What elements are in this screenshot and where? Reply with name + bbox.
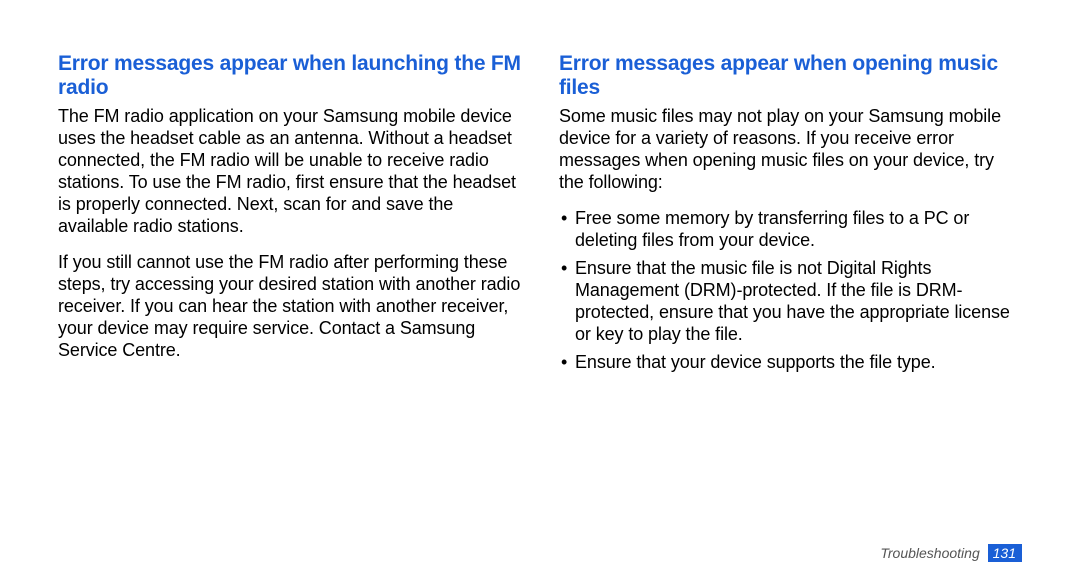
page-number: 131	[988, 544, 1022, 562]
bullet-list: Free some memory by transferring files t…	[559, 208, 1022, 374]
heading-music-files: Error messages appear when opening music…	[559, 52, 1022, 100]
list-item: Free some memory by transferring files t…	[559, 208, 1022, 252]
list-item: Ensure that your device supports the fil…	[559, 352, 1022, 374]
manual-page: Error messages appear when launching the…	[0, 0, 1080, 586]
two-column-layout: Error messages appear when launching the…	[58, 52, 1022, 380]
paragraph: The FM radio application on your Samsung…	[58, 106, 521, 238]
page-footer: Troubleshooting 131	[880, 544, 1022, 562]
paragraph: Some music files may not play on your Sa…	[559, 106, 1022, 194]
right-column: Error messages appear when opening music…	[559, 52, 1022, 380]
left-column: Error messages appear when launching the…	[58, 52, 521, 380]
list-item: Ensure that the music file is not Digita…	[559, 258, 1022, 346]
paragraph: If you still cannot use the FM radio aft…	[58, 252, 521, 362]
heading-fm-radio: Error messages appear when launching the…	[58, 52, 521, 100]
footer-section-label: Troubleshooting	[880, 545, 979, 561]
